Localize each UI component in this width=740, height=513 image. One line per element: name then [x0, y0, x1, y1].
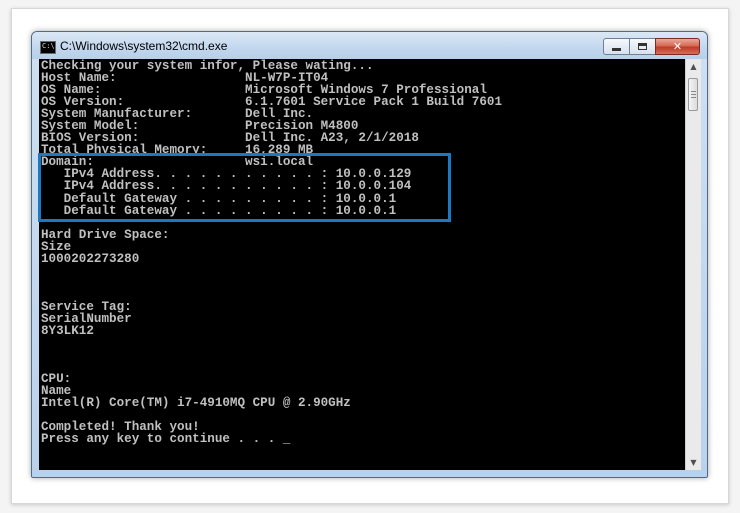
- maximize-icon: [638, 43, 647, 50]
- minimize-button[interactable]: [603, 38, 630, 55]
- console-line: 8Y3LK12: [41, 324, 94, 339]
- cmd-app-icon[interactable]: C:\: [40, 41, 56, 54]
- cmd-window: C:\ C:\Windows\system32\cmd.exe ✕ Checki…: [31, 31, 708, 478]
- console-output[interactable]: Checking your system infor, Please watin…: [39, 59, 685, 470]
- maximize-button[interactable]: [629, 38, 656, 55]
- console-line: Intel(R) Core(TM) i7-4910MQ CPU @ 2.90GH…: [41, 396, 351, 411]
- window-title: C:\Windows\system32\cmd.exe: [60, 39, 228, 53]
- close-button[interactable]: ✕: [655, 38, 700, 55]
- close-icon: ✕: [672, 40, 683, 53]
- title-bar[interactable]: C:\ C:\Windows\system32\cmd.exe ✕: [32, 32, 707, 59]
- network-info-highlight-box: [38, 153, 451, 222]
- scrollbar-thumb[interactable]: [688, 78, 698, 111]
- minimize-icon: [612, 48, 621, 51]
- scroll-up-arrow-icon[interactable]: ▲: [686, 59, 701, 74]
- console-text: Checking your system infor, Please watin…: [39, 59, 685, 447]
- vertical-scrollbar[interactable]: ▲ ▼: [685, 59, 701, 470]
- console-line: 1000202273280: [41, 251, 140, 266]
- scroll-down-arrow-icon[interactable]: ▼: [686, 455, 701, 470]
- console-line: Press any key to continue . . . _: [41, 432, 291, 447]
